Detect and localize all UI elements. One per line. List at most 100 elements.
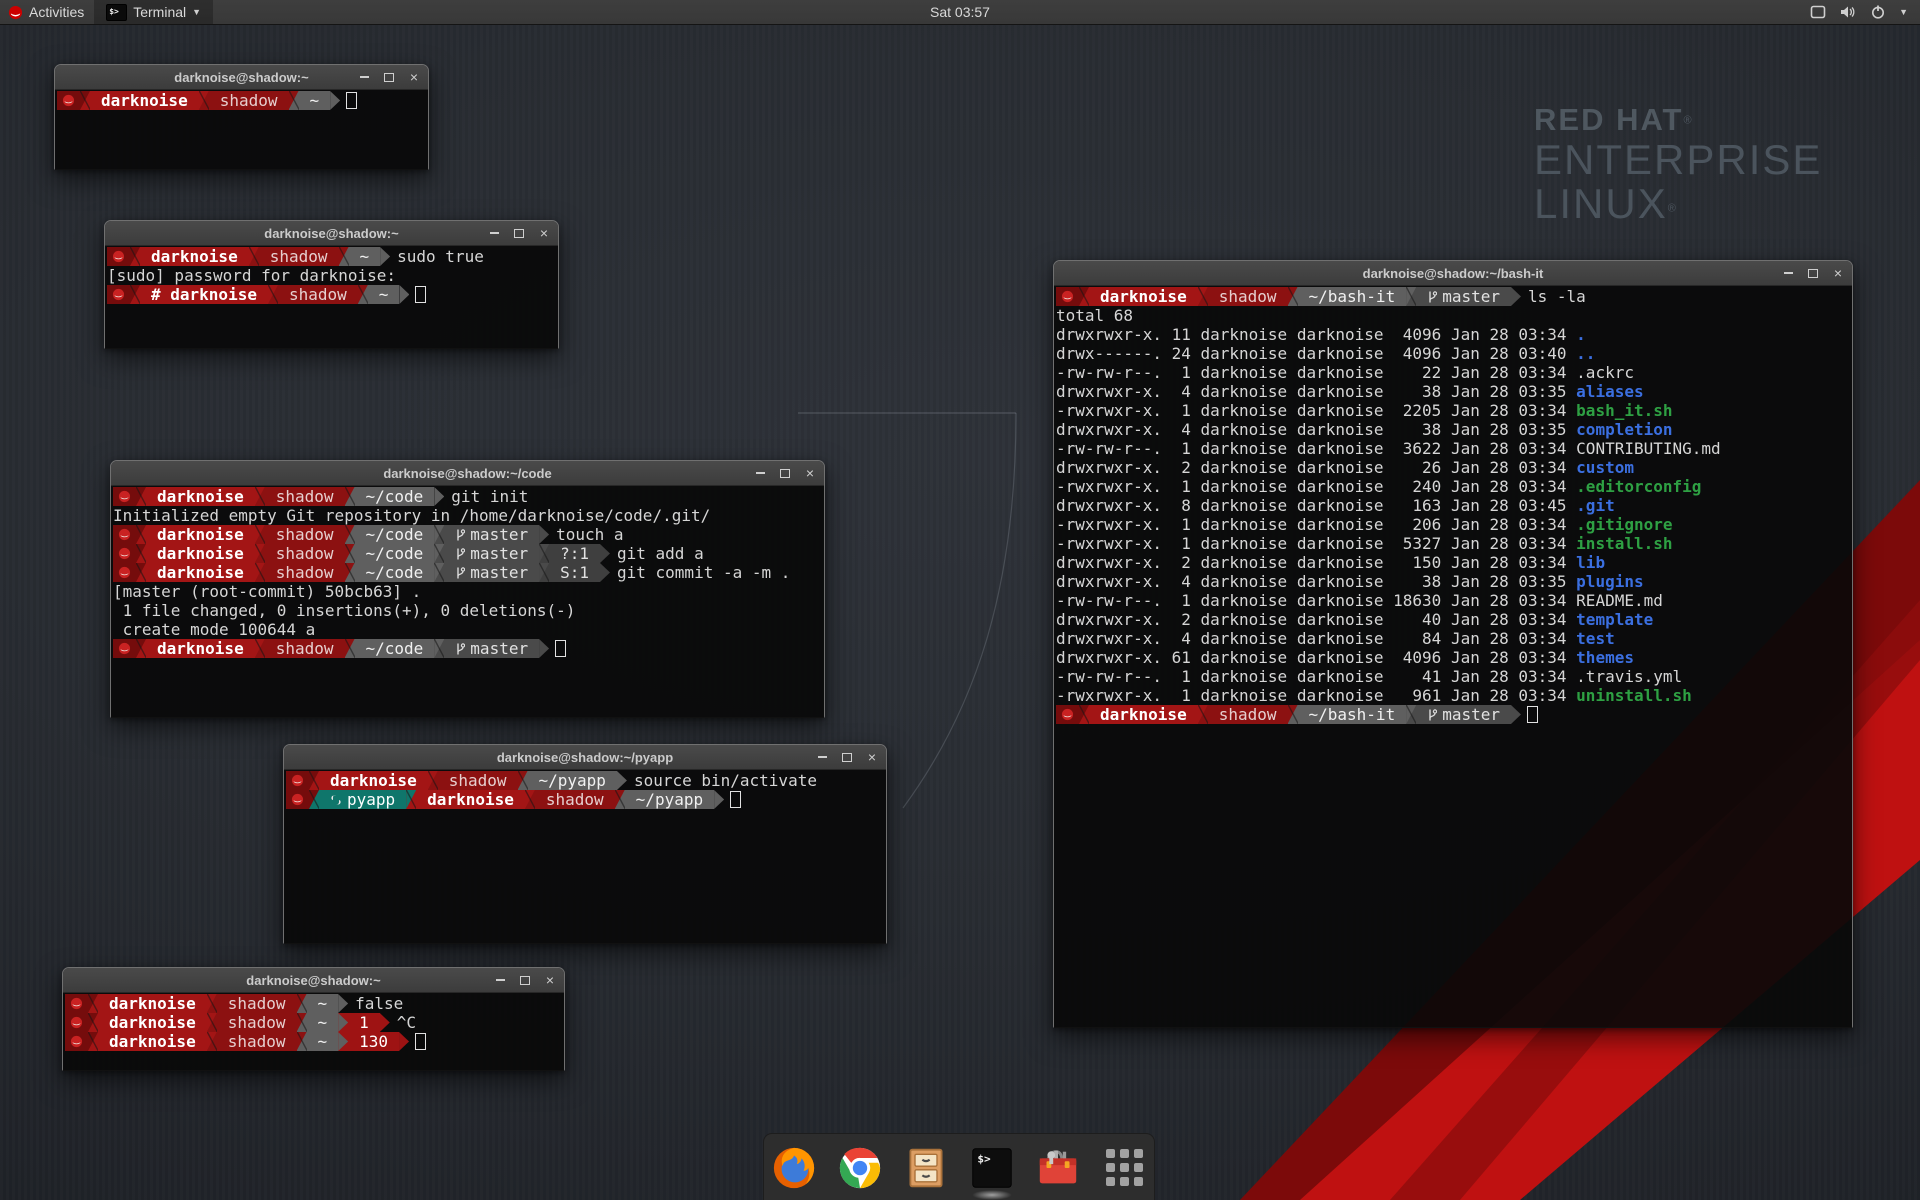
prompt-separator-slash (1079, 705, 1089, 724)
terminal-content[interactable]: darknoiseshadow~/codegit initInitialized… (111, 486, 824, 718)
power-icon[interactable] (1871, 5, 1885, 19)
prompt-line: darknoiseshadow~/codemasterS:1git commit… (113, 563, 824, 582)
minimize-button[interactable] (494, 974, 506, 986)
prompt-separator-slash (1406, 287, 1416, 306)
prompt-separator-slash (518, 771, 528, 790)
window-titlebar[interactable]: darknoise@shadow:~/code× (111, 461, 824, 486)
window-buttons: × (754, 461, 816, 485)
output-text: [sudo] password for darknoise: (107, 266, 396, 285)
close-button[interactable]: × (1832, 267, 1844, 279)
terminal-window-code: darknoise@shadow:~/code× darknoiseshadow~… (110, 460, 825, 718)
app-menu-terminal[interactable]: $> Terminal ▼ (94, 0, 213, 24)
prompt-segment-branch: master (444, 525, 539, 544)
window-titlebar[interactable]: darknoise@shadow:~× (55, 65, 428, 90)
prompt-separator-slash (268, 285, 278, 304)
prompt-separator-slash (297, 994, 307, 1013)
window-buttons: × (1782, 261, 1844, 285)
prompt-segment-path: ~ (307, 1032, 339, 1051)
clock[interactable]: Sat 03:57 (0, 4, 1920, 20)
file-attrs: -rwxrwxr-x. 1 darknoise darknoise 2205 J… (1056, 401, 1576, 420)
minimize-button[interactable] (1782, 267, 1794, 279)
maximize-button[interactable] (513, 227, 525, 239)
activities-button[interactable]: Activities (0, 0, 94, 24)
window-buttons: × (816, 745, 878, 769)
window-titlebar[interactable]: darknoise@shadow:~× (63, 968, 564, 993)
prompt-segment-path: ~/bash-it (1298, 287, 1407, 306)
close-button[interactable]: × (544, 974, 556, 986)
prompt-separator-slash (297, 1013, 307, 1032)
prompt-segment-host: shadow (265, 544, 345, 563)
terminal-content[interactable]: darknoiseshadow~falsedarknoiseshadow~1^C… (63, 993, 564, 1071)
prompt-separator-slash (255, 487, 265, 506)
prompt-segment-host: shadow (265, 639, 345, 658)
prompt-separator-slash (255, 544, 265, 563)
prompt-segment-user: darknoise (90, 91, 199, 110)
prompt-separator-slash (1288, 705, 1298, 724)
close-button[interactable]: × (538, 227, 550, 239)
prompt-separator-arrow (714, 790, 724, 809)
close-button[interactable]: × (804, 467, 816, 479)
prompt-separator-slash (207, 994, 217, 1013)
terminal-content[interactable]: darknoiseshadow~/bash-itmasterls -latota… (1054, 286, 1852, 1028)
output-text: Initialized empty Git repository in /hom… (113, 506, 710, 525)
prompt-line: darknoiseshadow~/bash-itmaster (1056, 705, 1852, 724)
minimize-button[interactable] (358, 71, 370, 83)
python-icon (330, 794, 342, 806)
chevron-down-icon[interactable]: ▼ (1899, 7, 1908, 17)
redhat-prompt-icon (107, 247, 130, 266)
prompt-separator-slash (1198, 705, 1208, 724)
terminal-cursor (1527, 706, 1538, 723)
maximize-button[interactable] (519, 974, 531, 986)
minimize-button[interactable] (488, 227, 500, 239)
maximize-button[interactable] (383, 71, 395, 83)
close-button[interactable]: × (408, 71, 420, 83)
terminal-content[interactable]: darknoiseshadow~/pyappsource bin/activat… (284, 770, 886, 944)
prompt-segment-user: darknoise (146, 544, 255, 563)
prompt-separator-slash (249, 247, 259, 266)
terminal-content[interactable]: darknoiseshadow~sudo true[sudo] password… (105, 246, 558, 349)
window-titlebar[interactable]: darknoise@shadow:~× (105, 221, 558, 246)
dock-app-grid-icon[interactable] (1100, 1144, 1148, 1192)
prompt-separator-slash (434, 544, 444, 563)
window-titlebar[interactable]: darknoise@shadow:~/bash-it× (1054, 261, 1852, 286)
maximize-button[interactable] (841, 751, 853, 763)
dock-terminal-icon[interactable]: $> (968, 1144, 1016, 1192)
prompt-segment-user: darknoise (1089, 705, 1198, 724)
command-text: ls -la (1528, 287, 1586, 306)
prompt-separator-slash (136, 639, 146, 658)
file-name: custom (1576, 458, 1634, 477)
prompt-separator-arrow (338, 1032, 348, 1051)
redhat-prompt-icon (65, 1032, 88, 1051)
prompt-separator-arrow (380, 247, 390, 266)
close-button[interactable]: × (866, 751, 878, 763)
screen-icon[interactable] (1810, 5, 1826, 19)
file-attrs: -rwxrwxr-x. 1 darknoise darknoise 240 Ja… (1056, 477, 1576, 496)
minimize-button[interactable] (754, 467, 766, 479)
maximize-button[interactable] (779, 467, 791, 479)
prompt-separator-slash (345, 544, 355, 563)
dock-toolbox-icon[interactable] (1034, 1144, 1082, 1192)
minimize-button[interactable] (816, 751, 828, 763)
prompt-segment-user: darknoise (146, 525, 255, 544)
file-list-row: drwxrwxr-x. 11 darknoise darknoise 4096 … (1056, 325, 1852, 344)
file-attrs: -rwxrwxr-x. 1 darknoise darknoise 961 Ja… (1056, 686, 1576, 705)
file-list-row: -rw-rw-r--. 1 darknoise darknoise 22 Jan… (1056, 363, 1852, 382)
window-buttons: × (494, 968, 556, 992)
app-menu-label: Terminal (133, 4, 186, 20)
maximize-button[interactable] (1807, 267, 1819, 279)
file-list-row: drwxrwxr-x. 61 darknoise darknoise 4096 … (1056, 648, 1852, 667)
volume-icon[interactable] (1840, 5, 1857, 19)
prompt-segment-user: darknoise (319, 771, 428, 790)
prompt-segment-host: shadow (535, 790, 615, 809)
prompt-segment-path: ~ (299, 91, 331, 110)
dock-firefox-icon[interactable] (770, 1144, 818, 1192)
terminal-cursor (415, 286, 426, 303)
file-name: .editorconfig (1576, 477, 1701, 496)
prompt-separator-arrow (434, 487, 444, 506)
prompt-separator-slash (255, 525, 265, 544)
dock-chrome-icon[interactable] (836, 1144, 884, 1192)
terminal-content[interactable]: darknoiseshadow~ (55, 90, 428, 170)
window-titlebar[interactable]: darknoise@shadow:~/pyapp× (284, 745, 886, 770)
dock-files-icon[interactable] (902, 1144, 950, 1192)
command-text: git init (451, 487, 528, 506)
